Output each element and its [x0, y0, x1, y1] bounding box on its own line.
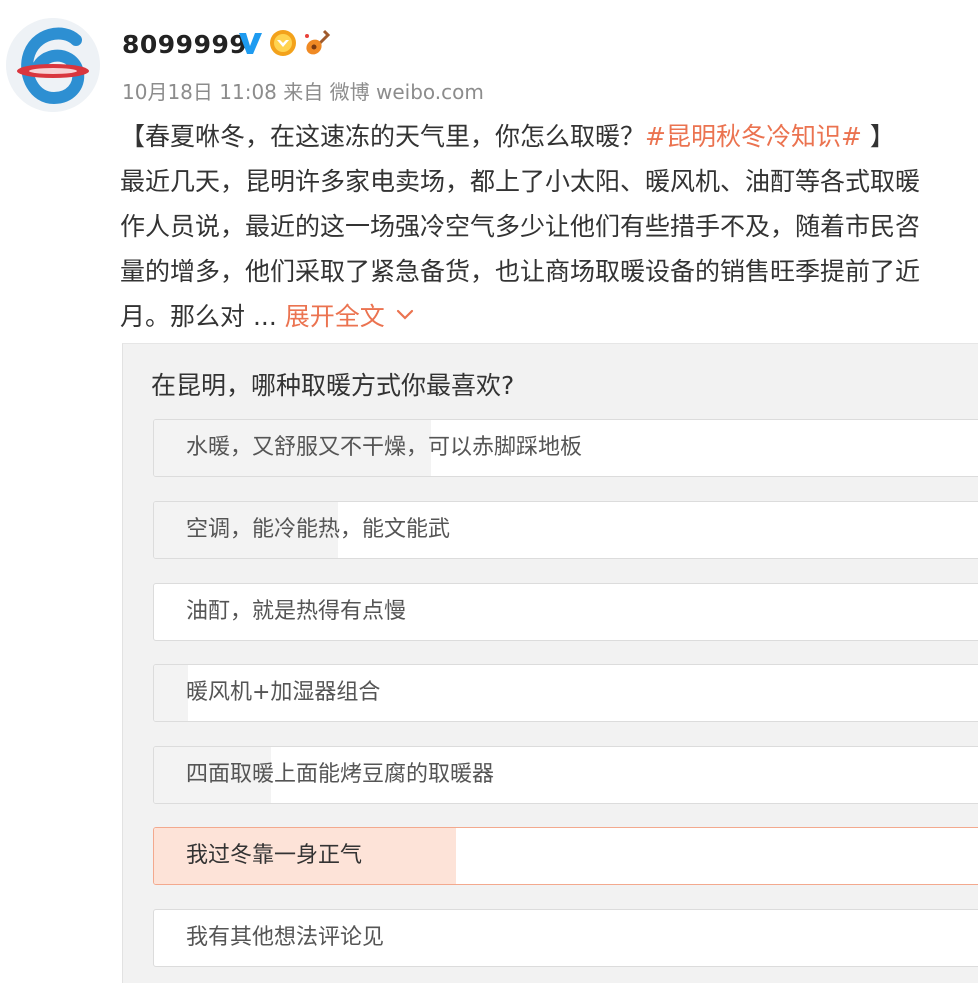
guitar-icon[interactable] [302, 28, 332, 58]
gold-medal-icon[interactable] [268, 28, 298, 58]
chevron-down-icon [396, 309, 413, 320]
poll-option-label: 空调，能冷能热，能文能武 [186, 517, 451, 542]
post-text: 月。那么对 ... [120, 302, 277, 331]
expand-label: 展开全文 [284, 302, 385, 331]
post-text: 【春夏咻冬，在这速冻的天气里，你怎么取暖？ [120, 122, 646, 151]
avatar[interactable] [6, 18, 100, 112]
poll-option-label: 我过冬靠一身正气 [186, 843, 363, 868]
poll-option-label: 暖风机+加湿器组合 [186, 680, 381, 705]
poll-option-4[interactable]: 暖风机+加湿器组合 [153, 664, 978, 722]
post-body: 【春夏咻冬，在这速冻的天气里，你怎么取暖？#昆明秋冬冷知识# 】 最近几天，昆明… [120, 114, 978, 339]
post-line-3: 作人员说，最近的这一场强冷空气多少让他们有些措手不及，随着市民咨 [120, 212, 921, 241]
poll-option-label: 油酊，就是热得有点慢 [186, 599, 407, 624]
verified-v-icon[interactable] [236, 29, 264, 57]
avatar-logo-6-icon [6, 18, 100, 112]
post-date[interactable]: 10月18日 [122, 80, 213, 104]
poll-option-3[interactable]: 油酊，就是热得有点慢 [153, 583, 978, 641]
poll-option-6[interactable]: 我过冬靠一身正气 [153, 827, 978, 885]
user-badges [236, 26, 332, 60]
poll-option-1[interactable]: 水暖，又舒服又不干燥，可以赤脚踩地板 [153, 419, 978, 477]
poll-option-2[interactable]: 空调，能冷能热，能文能武 [153, 501, 978, 559]
poll-card: 在昆明，哪种取暖方式你最喜欢? 水暖，又舒服又不干燥，可以赤脚踩地板 空调，能冷… [122, 343, 978, 983]
poll-option-label: 我有其他想法评论见 [186, 925, 385, 950]
expand-full-text-link[interactable]: 展开全文 [285, 302, 415, 331]
post-source[interactable]: 来自 微博 weibo.com [283, 80, 484, 104]
poll-question: 在昆明，哪种取暖方式你最喜欢? [151, 371, 515, 400]
post-line-5: 月。那么对 ... 展开全文 [120, 294, 978, 339]
username[interactable]: 8099999 [122, 30, 247, 59]
topic-link[interactable]: #昆明秋冬冷知识# [645, 122, 862, 151]
post-line-2: 最近几天，昆明许多家电卖场，都上了小太阳、暖风机、油酊等各式取暖 [120, 167, 921, 196]
poll-option-7[interactable]: 我有其他想法评论见 [153, 909, 978, 967]
poll-option-label: 水暖，又舒服又不干燥，可以赤脚踩地板 [186, 435, 583, 460]
post-line-1: 【春夏咻冬，在这速冻的天气里，你怎么取暖？#昆明秋冬冷知识# 】 [120, 114, 978, 159]
poll-option-5[interactable]: 四面取暖上面能烤豆腐的取暖器 [153, 746, 978, 804]
post-text: 】 [861, 122, 895, 151]
poll-option-bar [154, 665, 188, 721]
post-line-4: 量的增多，他们采取了紧急备货，也让商场取暖设备的销售旺季提前了近 [120, 257, 921, 286]
post-meta: 10月18日 11:08 来自 微博 weibo.com [122, 76, 484, 105]
poll-option-label: 四面取暖上面能烤豆腐的取暖器 [186, 762, 495, 787]
post-time[interactable]: 11:08 [219, 80, 277, 104]
